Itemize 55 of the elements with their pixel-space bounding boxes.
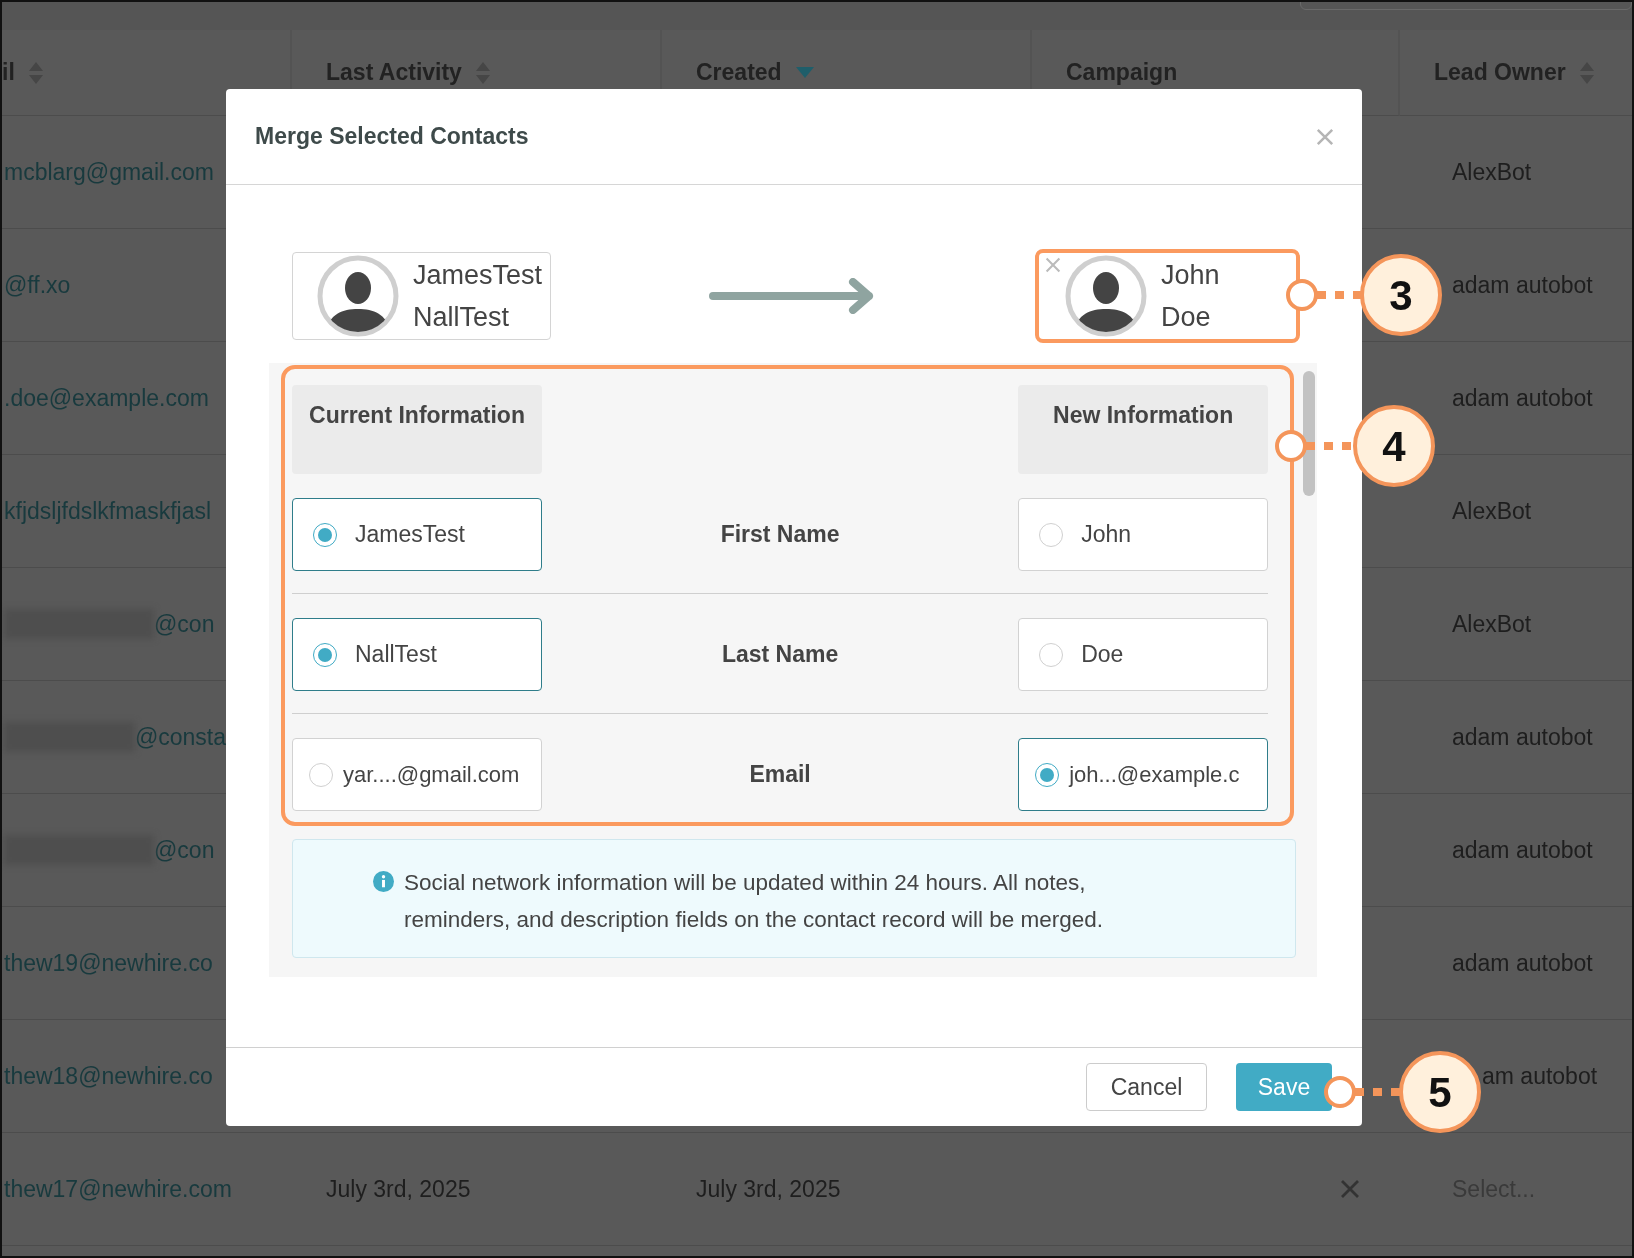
column-header: Current Information — [292, 385, 542, 474]
owner-text: adam autobot — [1452, 723, 1593, 751]
owner-text: AlexBot — [1452, 158, 1532, 186]
option-card[interactable]: yar....@gmail.com — [292, 738, 542, 811]
owner-text: adam autobot — [1452, 949, 1593, 977]
radio-button[interactable] — [313, 522, 337, 547]
option-card[interactable]: John — [1018, 498, 1269, 571]
radio-button[interactable] — [1039, 642, 1064, 667]
email-link[interactable]: @con — [154, 610, 215, 638]
email-link[interactable]: thew19@newhire.co — [4, 949, 213, 977]
info-text: Social network information will be updated within 24 hours. All notes, reminders, and description fields on the contact record will be merged. — [404, 869, 1105, 934]
radio-button[interactable] — [309, 762, 333, 787]
date-text: July 3rd, 2025 — [696, 1175, 841, 1203]
last-name: Doe — [1161, 301, 1212, 334]
email-link[interactable]: @consta — [134, 723, 226, 751]
email-link[interactable]: thew17@newhire.com — [4, 1175, 232, 1203]
email-link[interactable]: thew18@newhire.co — [4, 1062, 213, 1090]
owner-text: adam autobot — [1452, 836, 1593, 864]
option-card[interactable]: joh...@example.c — [1018, 738, 1269, 811]
remove-icon[interactable] — [1045, 257, 1061, 273]
avatar-icon — [1065, 255, 1147, 337]
date-text: July 3rd, 2025 — [326, 1175, 471, 1203]
email-link[interactable]: kfjdsljfdslkfmaskfjasl — [4, 497, 212, 525]
column-header[interactable]: Lead Owner — [1400, 30, 1632, 116]
radio-button[interactable] — [313, 642, 337, 667]
first-name: John — [1161, 259, 1220, 292]
info-icon — [373, 871, 394, 892]
save-button[interactable]: Save — [1236, 1063, 1332, 1111]
owner-text: AlexBot — [1452, 610, 1532, 638]
sort-descending-icon[interactable] — [795, 67, 814, 78]
option-card[interactable]: Doe — [1018, 618, 1269, 691]
option-card[interactable]: NallTest — [292, 618, 542, 691]
email-link[interactable]: @ff.xo — [4, 271, 71, 299]
clear-icon[interactable] — [1340, 1179, 1360, 1199]
owner-text: am autobot — [1482, 1062, 1598, 1090]
field-label: First Name — [719, 521, 841, 548]
avatar-icon — [317, 255, 399, 337]
owner-text: adam autobot — [1452, 384, 1593, 412]
field-label: Last Name — [720, 641, 840, 668]
last-name: NallTest — [413, 301, 511, 334]
email-link[interactable]: @con — [154, 836, 215, 864]
radio-button[interactable] — [1039, 522, 1064, 547]
scrollbar-thumb[interactable] — [1303, 371, 1316, 496]
dialog-title: Merge Selected Contacts — [255, 123, 529, 150]
cancel-button[interactable]: Cancel — [1086, 1063, 1207, 1111]
option-card[interactable]: JamesTest — [292, 498, 542, 571]
owner-text: AlexBot — [1452, 497, 1532, 525]
first-name: JamesTest — [413, 259, 543, 292]
email-link[interactable]: .doe@example.com — [4, 384, 209, 412]
radio-button[interactable] — [1035, 762, 1060, 787]
close-icon[interactable] — [1316, 127, 1334, 146]
email-link[interactable]: mcblarg@gmail.com — [4, 158, 214, 186]
column-header: New Information — [1018, 385, 1269, 474]
field-label: Email — [748, 761, 812, 788]
owner-text: adam autobot — [1452, 271, 1593, 299]
